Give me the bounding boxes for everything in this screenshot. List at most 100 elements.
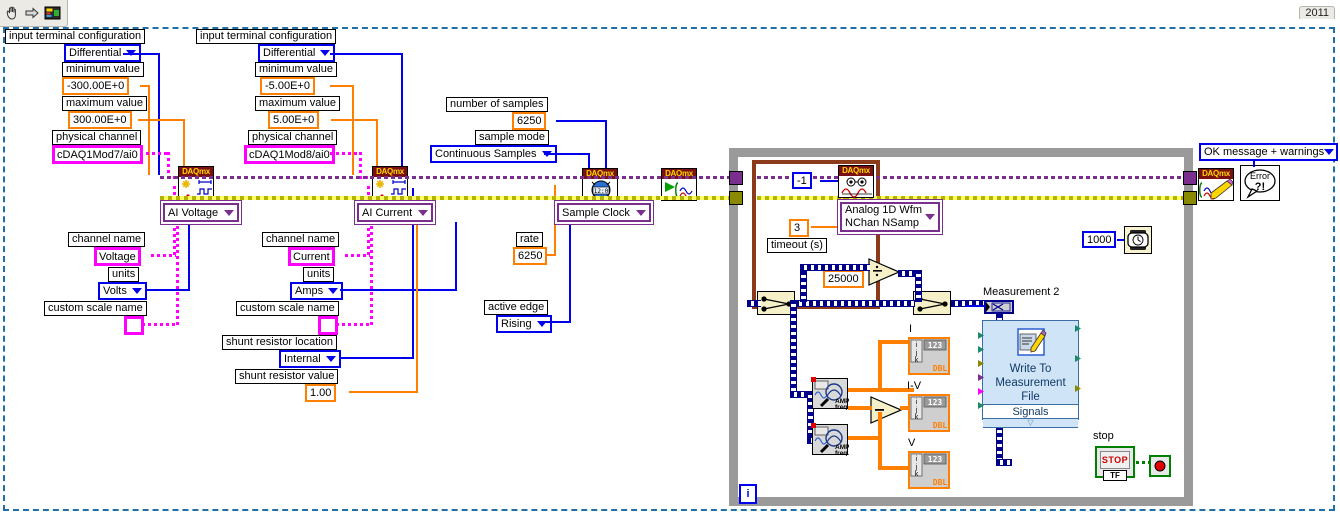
current-node-selector-value: AI Current [362, 206, 413, 219]
rate-label: rate [516, 232, 543, 247]
chevron-down-icon[interactable] [1324, 149, 1335, 155]
indicator-IV[interactable]: i j k 123 DBL [908, 394, 950, 432]
voltage-max-control[interactable]: 300.00E+0 [68, 111, 132, 129]
rate-control[interactable]: 6250 [513, 247, 548, 265]
voltage-max-label: maximum value [62, 96, 148, 111]
wtmf-expand-arrow[interactable]: ▽ [983, 419, 1078, 428]
wire-voltage-units-v [188, 222, 190, 290]
stop-button-terminal[interactable]: STOP TF [1095, 446, 1135, 481]
wire-edge-v [569, 211, 571, 322]
current-channel-name-control[interactable]: Current [288, 247, 335, 266]
wire-stop-condition [1136, 461, 1149, 464]
shunt-value-control[interactable]: 1.00 [305, 384, 337, 402]
voltage-terminal-config-value: Differential [69, 47, 122, 59]
amplitude-levels-node-2[interactable]: AMP. freq. [811, 423, 851, 457]
current-units-control[interactable]: Amps [290, 282, 344, 300]
loop-tunnel-error[interactable] [729, 191, 743, 205]
indicator-V[interactable]: i j k 123 DBL [908, 451, 950, 489]
loop-tunnel-task-out[interactable] [1183, 171, 1197, 185]
current-terminal-config-control[interactable]: Differential [258, 44, 336, 62]
sample-mode-value: Continuous Samples [435, 148, 537, 160]
voltage-units-control[interactable]: Volts [98, 282, 147, 300]
shunt-location-control[interactable]: Internal [279, 350, 341, 368]
current-custom-scale-control[interactable] [318, 316, 338, 335]
sample-mode-control[interactable]: Continuous Samples [430, 145, 557, 163]
active-edge-control[interactable]: Rising [496, 315, 552, 333]
voltage-physical-channel-control[interactable]: cDAQ1Mod7/ai0 [52, 145, 143, 164]
chevron-down-icon[interactable] [328, 288, 339, 294]
daqmx-create-channel-voltage-node[interactable]: DAQmx [178, 166, 214, 199]
current-min-control[interactable]: -5.00E+0 [260, 77, 315, 95]
current-max-control[interactable]: 5.00E+0 [268, 111, 320, 129]
read-timeout-control[interactable]: 3 [789, 219, 809, 237]
stop-button-text: STOP [1101, 455, 1129, 465]
read-samples-control[interactable]: -1 [792, 172, 812, 189]
wait-constant[interactable]: 1000 [1082, 231, 1117, 248]
voltage-units-value: Volts [103, 285, 127, 297]
error-dialog-type-control[interactable]: OK message + warnings [1199, 143, 1338, 161]
arrow-tool-icon[interactable] [23, 4, 41, 22]
chevron-down-icon[interactable] [925, 214, 935, 220]
wire-dynamic-branch-down [790, 300, 797, 396]
current-physical-channel-label: physical channel [248, 130, 338, 145]
divisor-constant[interactable]: 25000 [823, 270, 864, 288]
chevron-down-icon[interactable] [131, 288, 142, 294]
voltage-node-selector[interactable]: AI Voltage [163, 203, 240, 222]
indicator-label-V: V [908, 437, 916, 449]
wtmf-output-terminals [1075, 325, 1083, 403]
simple-error-handler-node[interactable]: Error ?! [1240, 165, 1280, 201]
voltage-max-value: 300.00E+0 [73, 114, 127, 126]
hand-tool-icon[interactable] [3, 4, 21, 22]
block-diagram-icon[interactable] [43, 4, 61, 22]
voltage-custom-scale-control[interactable] [124, 316, 144, 335]
wire-samplemode-v [588, 153, 590, 168]
daqmx-create-channel-current-node[interactable]: DAQmx [372, 166, 408, 199]
indicator-I[interactable]: i j k 123 DBL [908, 337, 950, 375]
divide-operator-icon[interactable] [868, 258, 901, 286]
wire-dynamic-to-merge2 [915, 270, 922, 302]
daqmx-read-node[interactable]: DAQmx [838, 165, 874, 198]
subtract-operator-icon[interactable] [870, 396, 903, 424]
daqmx-clear-task-node[interactable]: DAQmx [1198, 168, 1234, 201]
current-terminal-config-value: Differential [263, 47, 316, 59]
wire-shunt-loc-h [339, 357, 414, 359]
wire-voltage-termcfg [158, 53, 160, 175]
stop-led-indicator[interactable] [1149, 455, 1171, 477]
stop-label: stop [1093, 430, 1114, 442]
amplitude-levels-node-1[interactable]: AMP. freq. [811, 377, 851, 411]
voltage-channel-name-control[interactable]: Voltage [94, 247, 141, 266]
svg-text:j: j [915, 464, 918, 471]
chevron-down-icon[interactable] [224, 209, 235, 216]
voltage-min-control[interactable]: -300.00E+0 [62, 77, 130, 95]
current-physical-channel-control[interactable]: cDAQ1Mod8/ai0 [244, 145, 335, 164]
indicator-label-IV: I-V [907, 380, 922, 392]
loop-tunnel-task[interactable] [729, 171, 743, 185]
chevron-down-icon[interactable] [325, 356, 336, 362]
wire-current-phys-v [359, 152, 362, 176]
wire-voltage-scale-h [142, 323, 178, 326]
wait-ms-timer-icon[interactable] [1124, 226, 1152, 254]
wtmf-signals-terminal[interactable]: Signals [983, 404, 1078, 419]
chevron-down-icon[interactable] [320, 50, 331, 56]
current-channel-name-label: channel name [262, 232, 340, 247]
read-node-selector[interactable]: Analog 1D Wfm NChan NSamp [840, 202, 940, 232]
chevron-down-icon[interactable] [418, 209, 429, 216]
read-timeout-value: 3 [794, 222, 801, 234]
current-min-label: minimum value [255, 62, 337, 77]
number-of-samples-control[interactable]: 6250 [512, 112, 547, 130]
current-node-selector[interactable]: AI Current [357, 203, 434, 222]
shunt-value-label: shunt resistor value [235, 369, 339, 384]
timing-node-selector[interactable]: Sample Clock [557, 203, 651, 222]
indicator-label-I: I [909, 323, 913, 335]
measurement-filename-control[interactable] [984, 300, 1014, 314]
wire-V-v [878, 436, 882, 470]
chevron-down-icon[interactable] [635, 209, 646, 216]
block-diagram-toolbar[interactable] [0, 0, 68, 27]
loop-tunnel-error-out[interactable] [1183, 191, 1197, 205]
error-dialog-type-value: OK message + warnings [1204, 146, 1325, 158]
wire-dynamic-into-file [996, 459, 1012, 466]
wire-samplemode-h [544, 153, 590, 155]
voltage-units-label: units [108, 267, 140, 282]
wire-amp2-h [848, 436, 882, 440]
svg-text:123: 123 [928, 398, 943, 407]
